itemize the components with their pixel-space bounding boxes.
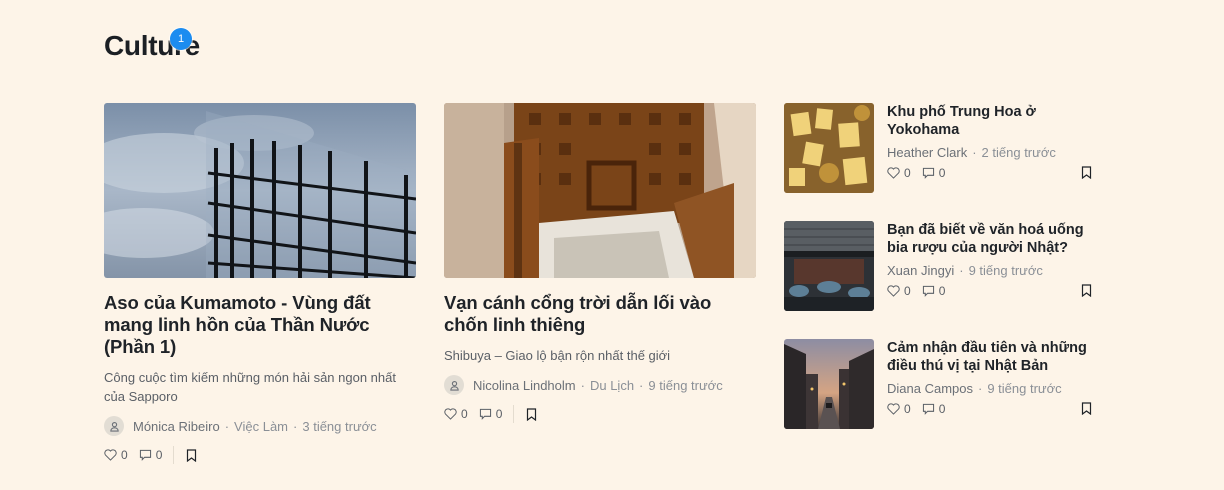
comment-button[interactable]: 0 (139, 448, 163, 462)
comment-icon (479, 408, 491, 420)
side-article[interactable]: Bạn đã biết về văn hoá uống bia rượu của… (784, 221, 1094, 311)
article-excerpt: Shibuya – Giao lộ bận rộn nhất thế giới (444, 348, 671, 363)
author-name[interactable]: Diana Campos (887, 381, 973, 396)
article-title[interactable]: Vạn cánh cổng trời dẫn lối vào chốn linh… (444, 292, 756, 336)
meta-separator: · (580, 377, 585, 393)
comment-icon (922, 403, 934, 415)
comment-count: 0 (938, 402, 946, 416)
comment-icon (922, 285, 934, 297)
heart-icon (887, 285, 900, 297)
article-actions: 0 0 (444, 405, 756, 423)
category-link[interactable]: Du Lịch (590, 378, 634, 393)
article-actions: 0 0 (887, 166, 1092, 180)
comment-icon (139, 449, 151, 461)
article-actions: 0 0 (104, 446, 416, 464)
post-time: 9 tiếng trước (648, 377, 723, 393)
comment-count: 0 (938, 166, 946, 180)
like-button[interactable]: 0 (104, 448, 128, 462)
category-link[interactable]: Việc Làm (234, 419, 288, 434)
meta-separator: · (972, 145, 977, 160)
like-count: 0 (121, 448, 128, 462)
article-thumbnail[interactable] (784, 221, 874, 311)
like-button[interactable]: 0 (887, 166, 911, 180)
article-title[interactable]: Bạn đã biết về văn hoá uống bia rượu của… (887, 221, 1092, 257)
bookmark-icon (187, 448, 197, 462)
article-thumbnail[interactable] (784, 339, 874, 429)
author-name[interactable]: Mónica Ribeiro (133, 419, 220, 434)
comment-count: 0 (938, 284, 946, 298)
article-title[interactable]: Aso của Kumamoto - Vùng đất mang linh hồ… (104, 292, 416, 358)
post-time: 3 tiếng trước (302, 418, 377, 434)
author-name[interactable]: Heather Clark (887, 145, 967, 160)
article-meta: Diana Campos · 9 tiếng trước (887, 381, 1092, 396)
article-actions: 0 0 (887, 402, 1092, 416)
bookmark-icon (1081, 284, 1092, 297)
heart-icon (887, 167, 900, 179)
side-article[interactable]: Cảm nhận đầu tiên và những điều thú vị t… (784, 339, 1094, 429)
article-title[interactable]: Cảm nhận đầu tiên và những điều thú vị t… (887, 339, 1092, 375)
bookmark-icon (527, 407, 537, 421)
heart-icon (444, 408, 457, 420)
post-time: 9 tiếng trước (968, 263, 1043, 278)
article-meta: Heather Clark · 2 tiếng trước (887, 145, 1092, 160)
bookmark-button[interactable] (1081, 166, 1092, 179)
comment-count: 0 (495, 407, 503, 421)
article-actions: 0 0 (887, 284, 1092, 298)
like-count: 0 (904, 402, 911, 416)
bookmark-icon (1081, 166, 1092, 179)
meta-separator: · (978, 381, 983, 396)
author-name[interactable]: Xuan Jingyi (887, 263, 954, 278)
featured-card[interactable]: Vạn cánh cổng trời dẫn lối vào chốn linh… (444, 103, 756, 423)
like-count: 0 (904, 284, 911, 298)
bookmark-button[interactable] (1081, 402, 1092, 415)
author-name[interactable]: Nicolina Lindholm (473, 378, 576, 393)
meta-separator: · (639, 377, 644, 393)
comment-count: 0 (155, 448, 163, 462)
bookmark-button[interactable] (526, 407, 541, 421)
like-button[interactable]: 0 (887, 402, 911, 416)
like-count: 0 (461, 407, 468, 421)
divider (513, 405, 515, 423)
article-meta: Nicolina Lindholm · Du Lịch · 9 tiếng tr… (444, 375, 756, 395)
article-excerpt: Công cuộc tìm kiếm những món hải sản ngo… (104, 370, 396, 404)
article-title[interactable]: Khu phố Trung Hoa ở Yokohama (887, 103, 1092, 139)
article-thumbnail[interactable] (784, 103, 874, 193)
heart-icon (887, 403, 900, 415)
meta-separator: · (959, 263, 964, 278)
comment-button[interactable]: 0 (922, 166, 946, 180)
like-count: 0 (904, 166, 911, 180)
article-thumbnail[interactable] (444, 103, 756, 278)
avatar[interactable] (444, 375, 464, 395)
article-thumbnail[interactable] (104, 103, 416, 278)
meta-separator: · (293, 418, 298, 434)
divider (173, 446, 175, 464)
heart-icon (104, 449, 117, 461)
user-icon (109, 421, 119, 432)
comment-button[interactable]: 0 (922, 284, 946, 298)
bookmark-button[interactable] (1081, 284, 1092, 297)
like-button[interactable]: 0 (887, 284, 911, 298)
featured-card[interactable]: Aso của Kumamoto - Vùng đất mang linh hồ… (104, 103, 416, 464)
like-button[interactable]: 0 (444, 407, 468, 421)
article-meta: Mónica Ribeiro · Việc Làm · 3 tiếng trướ… (104, 416, 416, 436)
comment-icon (922, 167, 934, 179)
user-icon (449, 380, 459, 391)
post-time: 2 tiếng trước (981, 145, 1056, 160)
comment-button[interactable]: 0 (922, 402, 946, 416)
meta-separator: · (224, 418, 230, 434)
bookmark-icon (1081, 402, 1092, 415)
comment-button[interactable]: 0 (479, 407, 503, 421)
post-time: 9 tiếng trước (987, 381, 1062, 396)
bookmark-button[interactable] (186, 448, 201, 462)
article-meta: Xuan Jingyi · 9 tiếng trước (887, 263, 1092, 278)
notification-badge: 1 (170, 28, 192, 50)
avatar[interactable] (104, 416, 124, 436)
side-article[interactable]: Khu phố Trung Hoa ở Yokohama Heather Cla… (784, 103, 1094, 193)
